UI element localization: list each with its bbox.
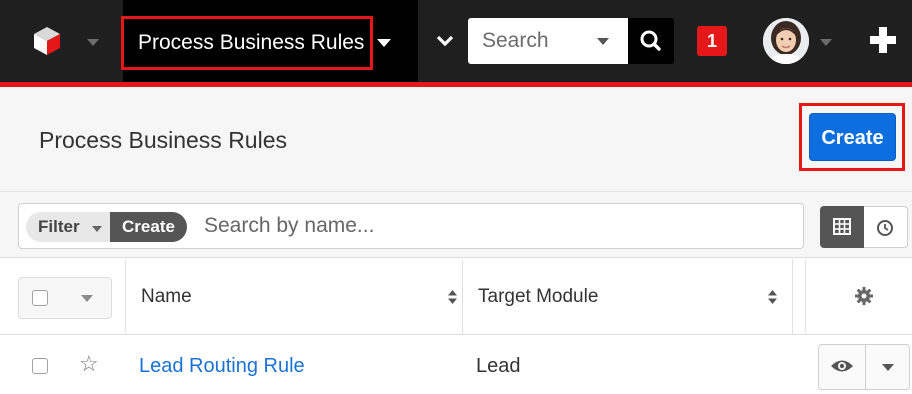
eye-icon[interactable] (830, 358, 854, 374)
sort-icon[interactable] (767, 289, 778, 305)
plus-icon[interactable] (868, 25, 898, 55)
table-grid-icon (833, 218, 851, 235)
avatar[interactable] (763, 18, 809, 64)
row-actions-caret-icon[interactable] (882, 364, 894, 371)
favorite-star-icon[interactable]: ☆ (79, 352, 99, 376)
activity-stream-button[interactable] (864, 206, 908, 248)
avatar-caret-icon[interactable] (820, 39, 832, 46)
list-view-button[interactable] (820, 206, 864, 248)
gear-icon[interactable] (854, 286, 874, 306)
filter-caret-icon[interactable] (92, 226, 102, 232)
notification-badge[interactable]: 1 (697, 26, 727, 56)
search-by-name-input[interactable] (196, 205, 796, 247)
page-title: Process Business Rules (39, 127, 287, 153)
module-caret-icon[interactable] (377, 39, 391, 47)
search-module-caret-icon[interactable] (597, 38, 609, 45)
module-tab-label[interactable]: Process Business Rules (138, 29, 364, 57)
column-header-target-module[interactable]: Target Module (478, 286, 598, 308)
select-all-checkbox[interactable] (32, 290, 48, 306)
row-checkbox[interactable] (32, 358, 48, 374)
sugar-cube-logo-icon[interactable] (32, 25, 62, 57)
table-row (0, 335, 912, 394)
search-button[interactable] (628, 18, 674, 64)
global-search-input[interactable] (468, 18, 588, 64)
sort-icon[interactable] (447, 289, 458, 305)
column-header-name[interactable]: Name (141, 286, 192, 308)
create-button[interactable]: Create (809, 113, 896, 161)
logo-caret-icon[interactable] (87, 39, 99, 46)
row-target-module: Lead (476, 355, 521, 377)
search-icon (640, 30, 661, 51)
user-avatar-icon (763, 18, 809, 64)
create-filter-button[interactable]: Create (110, 212, 187, 242)
clock-icon (877, 220, 893, 236)
row-name-link[interactable]: Lead Routing Rule (139, 354, 305, 378)
row-actions-divider (865, 345, 866, 389)
select-all-caret-icon[interactable] (81, 295, 93, 302)
column-divider (462, 259, 463, 335)
filter-label[interactable]: Filter (38, 217, 80, 237)
chevron-down-icon[interactable] (436, 34, 454, 48)
